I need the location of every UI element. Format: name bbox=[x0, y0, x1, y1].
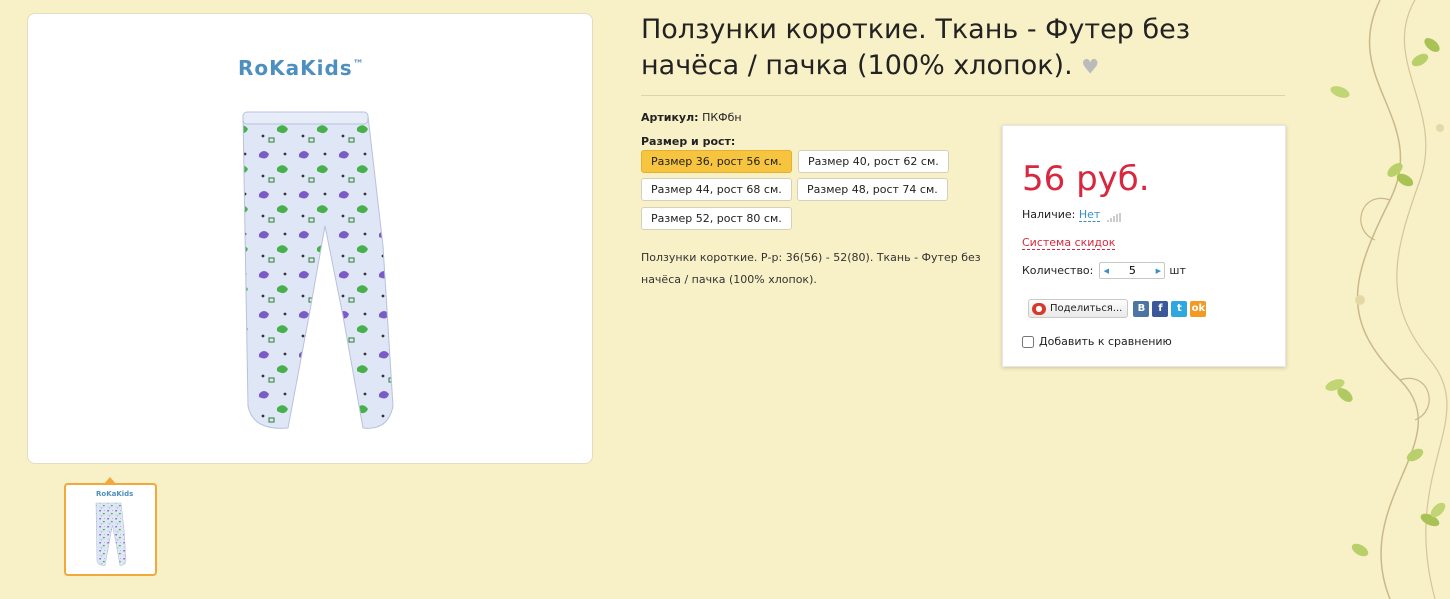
size-option-52[interactable]: Размер 52, рост 80 см. bbox=[641, 207, 792, 230]
facebook-icon[interactable]: f bbox=[1152, 300, 1169, 317]
size-option-36[interactable]: Размер 36, рост 56 см. bbox=[641, 150, 792, 173]
vk-icon[interactable]: В bbox=[1133, 300, 1150, 317]
compare-row[interactable]: Добавить к сравнению bbox=[1022, 335, 1172, 348]
availability-label: Наличие: bbox=[1022, 208, 1076, 221]
brand-logo: RoKaKids™ bbox=[238, 56, 365, 80]
product-title-text: Ползунки короткие. Ткань - Футер без нач… bbox=[641, 14, 1191, 81]
share-button[interactable]: ● Поделиться... bbox=[1028, 299, 1129, 318]
odnoklassniki-icon[interactable]: ok bbox=[1190, 300, 1207, 317]
buy-box: 56 руб. Наличие: Нет Система скидок Коли… bbox=[1002, 125, 1286, 367]
discount-system-link[interactable]: Система скидок bbox=[1022, 236, 1116, 250]
article-value: ПКФбн bbox=[702, 111, 742, 124]
quantity-label: Количество: bbox=[1022, 264, 1094, 277]
article-row: Артикул: ПКФбн bbox=[641, 111, 742, 124]
decorative-vines bbox=[1325, 0, 1448, 599]
signal-icon bbox=[1106, 213, 1121, 222]
size-option-48[interactable]: Размер 48, рост 74 см. bbox=[797, 178, 948, 201]
quantity-row: Количество: ◀ ▶ шт bbox=[1022, 262, 1186, 279]
product-description: Ползунки короткие. Р-р: 36(56) - 52(80).… bbox=[641, 251, 981, 286]
thumbnail-pants bbox=[95, 502, 127, 566]
product-image-panel[interactable]: RoKaKids™ bbox=[27, 13, 593, 464]
availability-row: Наличие: Нет bbox=[1022, 208, 1121, 222]
share-icon: ● bbox=[1032, 302, 1046, 315]
product-image-pants bbox=[242, 111, 394, 429]
title-divider bbox=[641, 95, 1285, 96]
price: 56 руб. bbox=[1022, 159, 1150, 199]
decrement-icon[interactable]: ◀ bbox=[1100, 267, 1112, 275]
thumbnail-brand: RoKaKids bbox=[96, 490, 134, 498]
article-label: Артикул: bbox=[641, 111, 699, 124]
size-label: Размер и рост: bbox=[641, 135, 736, 148]
quantity-stepper[interactable]: ◀ ▶ bbox=[1099, 262, 1166, 279]
increment-icon[interactable]: ▶ bbox=[1152, 267, 1164, 275]
thumbnail-image[interactable]: RoKaKids bbox=[64, 483, 157, 576]
product-title: Ползунки короткие. Ткань - Футер без нач… bbox=[641, 12, 1281, 85]
quantity-input[interactable] bbox=[1112, 264, 1153, 277]
compare-label: Добавить к сравнению bbox=[1039, 335, 1172, 348]
share-label: Поделиться... bbox=[1050, 303, 1123, 314]
share-row: ● Поделиться... В f t ok bbox=[1028, 299, 1207, 318]
heart-icon[interactable]: ♥ bbox=[1081, 55, 1099, 79]
twitter-icon[interactable]: t bbox=[1171, 300, 1188, 317]
compare-checkbox[interactable] bbox=[1022, 335, 1034, 348]
size-option-40[interactable]: Размер 40, рост 62 см. bbox=[798, 150, 949, 173]
availability-value[interactable]: Нет bbox=[1078, 208, 1101, 222]
size-option-44[interactable]: Размер 44, рост 68 см. bbox=[641, 178, 792, 201]
quantity-unit: шт bbox=[1169, 264, 1186, 277]
